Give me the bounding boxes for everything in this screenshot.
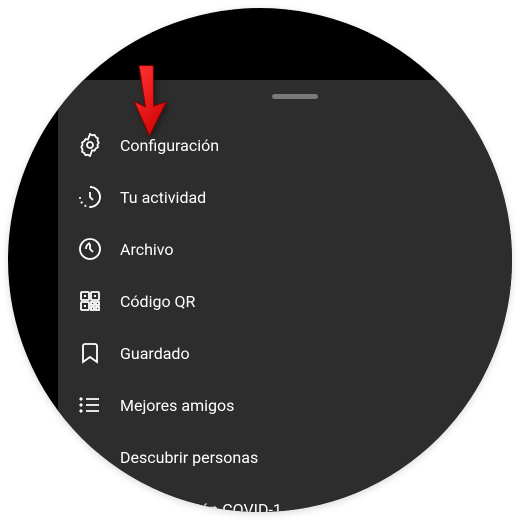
annotation-arrow bbox=[116, 63, 178, 145]
menu-item-discover-people[interactable]: Descubrir personas bbox=[58, 431, 512, 483]
menu-item-saved[interactable]: Guardado bbox=[58, 327, 512, 379]
menu-item-label: Tu actividad bbox=[120, 188, 206, 207]
close-friends-icon bbox=[78, 393, 102, 417]
menu-item-label: Mejores amigos bbox=[120, 396, 234, 415]
settings-icon bbox=[78, 133, 102, 157]
menu-item-label: Descubrir personas bbox=[120, 448, 258, 467]
menu-item-qr-code[interactable]: Código QR bbox=[58, 275, 512, 327]
menu-item-label: Archivo bbox=[120, 240, 174, 259]
menu-item-close-friends[interactable]: Mejores amigos bbox=[58, 379, 512, 431]
sheet-drag-handle[interactable] bbox=[272, 94, 318, 99]
menu-item-label: Guardado bbox=[120, 344, 190, 363]
menu-item-covid-info[interactable]: e información COVID-1 bbox=[58, 483, 512, 512]
menu-item-label: Código QR bbox=[120, 292, 195, 311]
bookmark-icon bbox=[78, 341, 102, 365]
archive-icon bbox=[78, 237, 102, 261]
circular-screenshot-mask: Configuración Tu actividad Archivo Códig… bbox=[8, 8, 512, 512]
menu-item-activity[interactable]: Tu actividad bbox=[58, 171, 512, 223]
covid-info-icon bbox=[78, 497, 102, 512]
menu-item-label: e información COVID-1 bbox=[120, 500, 282, 513]
qr-code-icon bbox=[78, 289, 102, 313]
menu-item-archive[interactable]: Archivo bbox=[58, 223, 512, 275]
discover-people-icon bbox=[78, 445, 102, 469]
activity-icon bbox=[78, 185, 102, 209]
